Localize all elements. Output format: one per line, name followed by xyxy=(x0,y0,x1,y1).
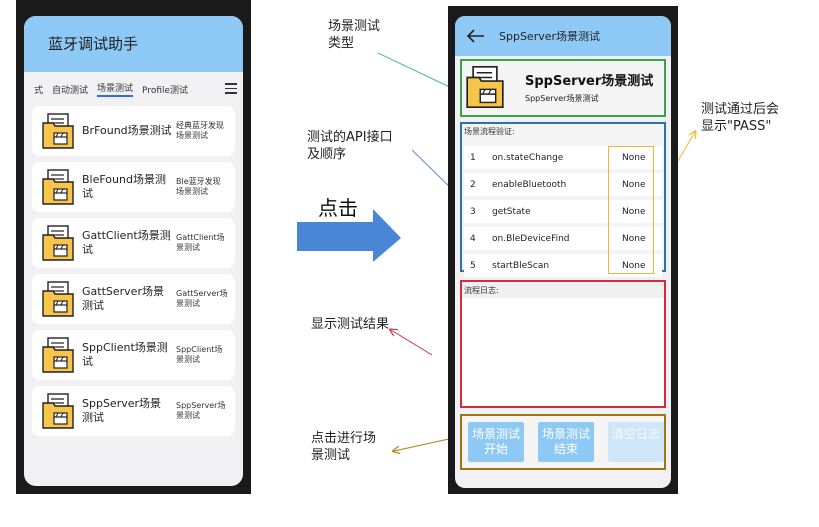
scene-list-screen: 蓝牙调试助手 式 自动测试 场景测试 Profile测试 BrFound场景测试… xyxy=(24,16,243,486)
scene-card-desc: Ble蓝牙发现场景测试 xyxy=(176,177,221,196)
annotation-run-test: 点击进行场 景测试 xyxy=(311,431,377,463)
steps-label: 场景流程验证: xyxy=(464,127,515,136)
app-bar: 蓝牙调试助手 xyxy=(24,16,243,72)
scene-header: SppServer场景测试 SppServer场景测试 xyxy=(460,59,666,117)
detail-app-bar: SppServer场景测试 xyxy=(455,16,671,56)
action-buttons: 场景测试开始 场景测试结束 清空日志 xyxy=(460,414,666,470)
scene-card[interactable]: BleFound场景测试 Ble蓝牙发现场景测试 xyxy=(32,162,235,212)
scene-header-subtitle: SppServer场景测试 xyxy=(525,94,599,103)
scene-card-title: SppServer场景测试 xyxy=(82,397,162,424)
annotation-pass: 测试通过后会 显示"PASS" xyxy=(701,102,780,134)
tab-partial[interactable]: 式 xyxy=(34,83,43,96)
scene-card-title: BrFound场景测试 xyxy=(82,124,172,137)
tab-bar: 式 自动测试 场景测试 Profile测试 xyxy=(24,72,243,106)
scene-folder-icon xyxy=(42,225,74,261)
start-test-button[interactable]: 场景测试开始 xyxy=(468,422,524,462)
scene-steps-panel: 场景流程验证: 1 on.stateChange None 2 enableBlueto… xyxy=(460,122,666,277)
tab-profile-test[interactable]: Profile测试 xyxy=(142,83,188,96)
back-arrow-icon[interactable] xyxy=(467,29,485,43)
scene-folder-icon xyxy=(42,169,74,205)
scene-card[interactable]: BrFound场景测试 经典蓝牙发现场景测试 xyxy=(32,106,235,156)
step-api: on.BleDeviceFind xyxy=(492,234,570,244)
stop-test-button[interactable]: 场景测试结束 xyxy=(538,422,594,462)
scene-header-title: SppServer场景测试 xyxy=(525,74,654,89)
scene-card-desc: GattServer场景测试 xyxy=(176,289,228,308)
scene-detail-screen: SppServer场景测试 SppServer场景测试 SppServer场景测… xyxy=(455,16,671,488)
step-number: 4 xyxy=(470,234,476,244)
scene-card[interactable]: SppServer场景测试 SppServer场景测试 xyxy=(32,386,235,436)
detail-title: SppServer场景测试 xyxy=(499,30,601,43)
step-number: 3 xyxy=(470,207,476,217)
scene-folder-icon xyxy=(42,281,74,317)
log-panel: 流程日志: xyxy=(460,280,666,408)
result-highlight xyxy=(608,146,654,274)
annotation-scene-type: 场景测试 类型 xyxy=(328,19,381,51)
scene-card-desc: GattClient场景测试 xyxy=(176,233,225,252)
scene-card-desc: SppClient场景测试 xyxy=(176,345,223,364)
scene-card-desc: SppServer场景测试 xyxy=(176,401,226,420)
app-title: 蓝牙调试助手 xyxy=(48,35,139,53)
scene-card-title: GattServer场景测试 xyxy=(82,285,164,312)
clear-log-button[interactable]: 清空日志 xyxy=(608,422,664,462)
log-label: 流程日志: xyxy=(462,282,664,298)
scene-folder-icon xyxy=(466,65,504,109)
scene-folder-icon xyxy=(42,113,74,149)
scene-card-title: BleFound场景测试 xyxy=(82,173,166,200)
annotation-api-order: 测试的API接口 及顺序 xyxy=(307,130,393,162)
annotation-click: 点击 xyxy=(318,196,358,220)
annotation-show-result: 显示测试结果 xyxy=(311,317,390,332)
step-api: enableBluetooth xyxy=(492,180,567,190)
scene-card[interactable]: GattClient场景测试 GattClient场景测试 xyxy=(32,218,235,268)
scene-folder-icon xyxy=(42,337,74,373)
step-number: 2 xyxy=(470,180,476,190)
scene-card-title: GattClient场景测试 xyxy=(82,229,171,256)
phone-scene-detail: SppServer场景测试 SppServer场景测试 SppServer场景测… xyxy=(448,6,678,494)
scene-card[interactable]: GattServer场景测试 GattServer场景测试 xyxy=(32,274,235,324)
phone-scene-list: 蓝牙调试助手 式 自动测试 场景测试 Profile测试 BrFound场景测试… xyxy=(16,0,251,494)
arrow-scene-type xyxy=(377,52,456,90)
scene-card-desc: 经典蓝牙发现场景测试 xyxy=(176,121,224,140)
step-api: getState xyxy=(492,207,531,217)
step-api: startBleScan xyxy=(492,261,550,271)
scene-card-list: BrFound场景测试 经典蓝牙发现场景测试 BleFound场景测试 Ble蓝牙发… xyxy=(24,106,243,436)
arrow-show-result xyxy=(391,330,433,356)
step-api: on.stateChange xyxy=(492,153,564,163)
tab-scene-test[interactable]: 场景测试 xyxy=(97,81,134,97)
tab-auto-test[interactable]: 自动测试 xyxy=(52,83,88,96)
step-number: 1 xyxy=(470,153,476,163)
step-number: 5 xyxy=(470,261,476,271)
scene-card-title: SppClient场景测试 xyxy=(82,341,168,368)
menu-icon[interactable] xyxy=(225,83,237,97)
scene-card[interactable]: SppClient场景测试 SppClient场景测试 xyxy=(32,330,235,380)
scene-folder-icon xyxy=(42,393,74,429)
